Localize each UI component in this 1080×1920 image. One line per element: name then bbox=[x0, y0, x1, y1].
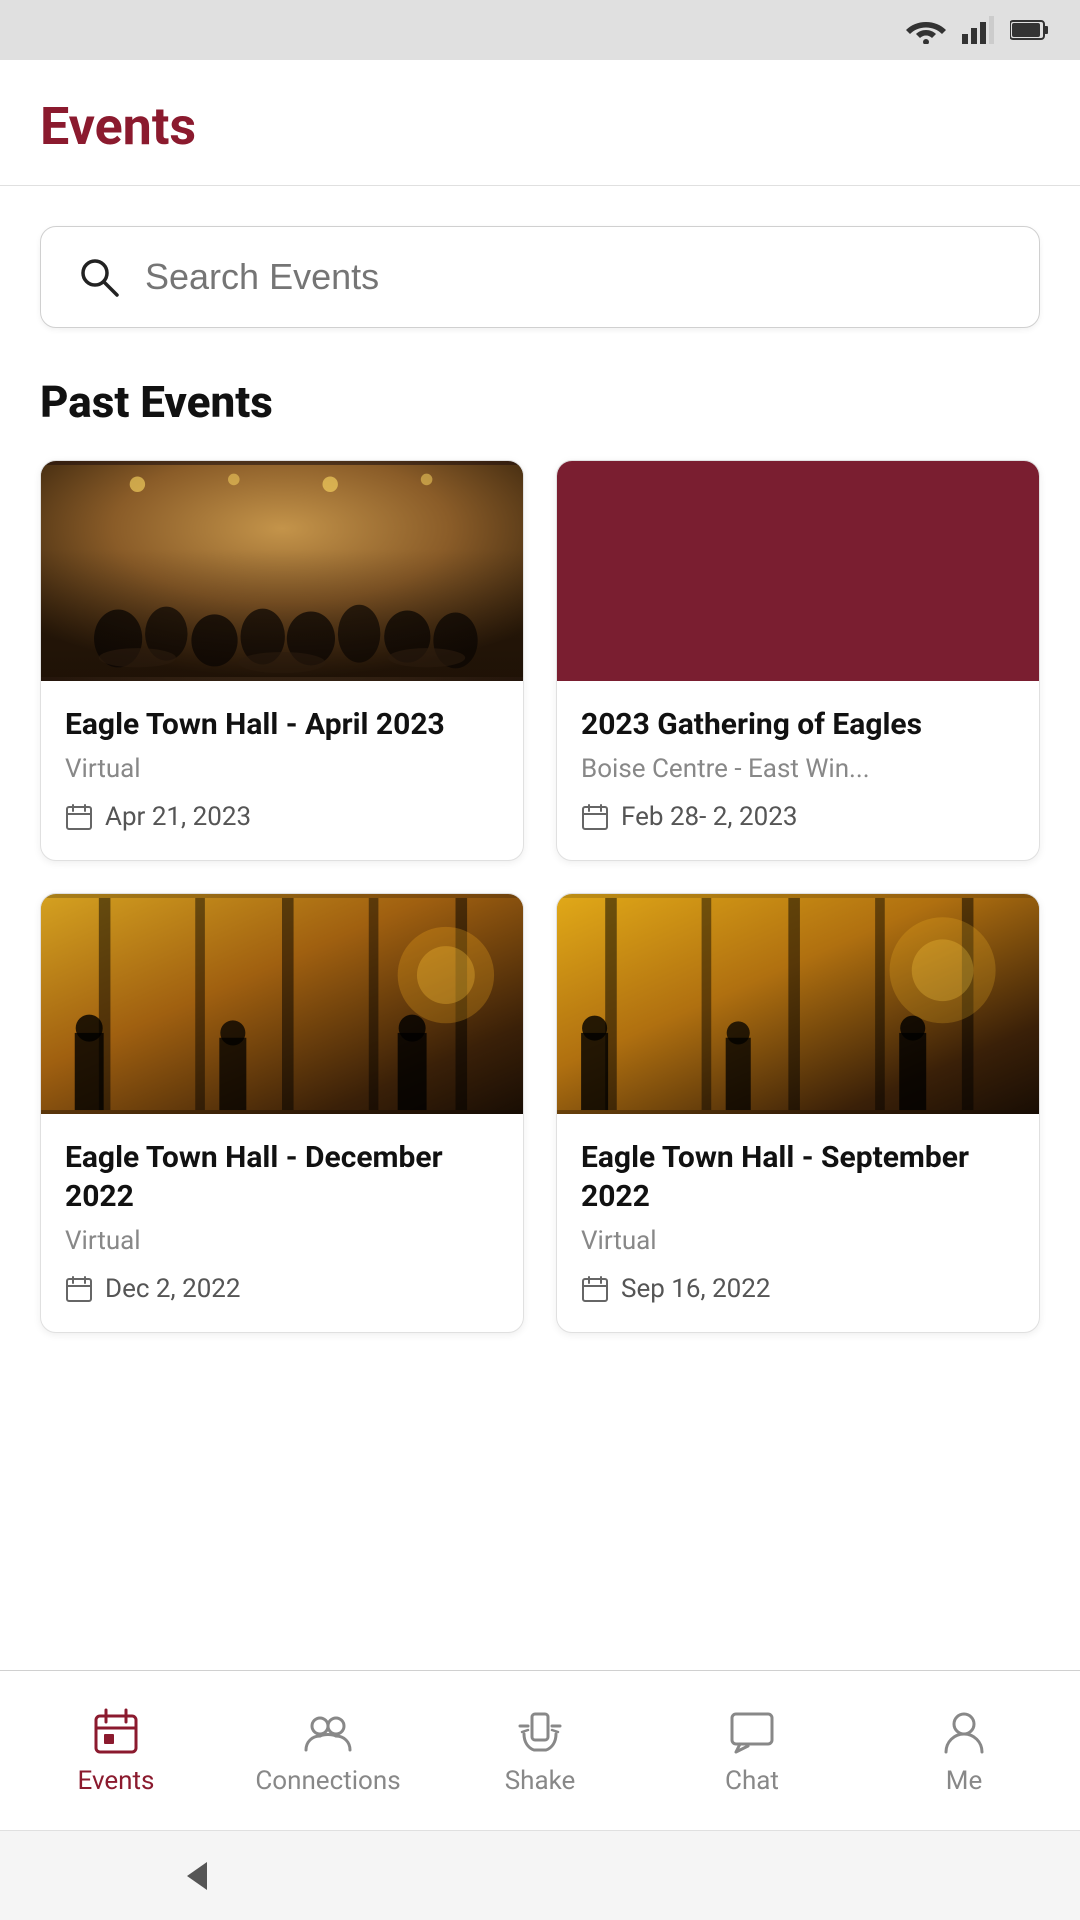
calendar-icon bbox=[65, 803, 93, 831]
event-card-date: Apr 21, 2023 bbox=[65, 802, 499, 832]
nav-item-chat-label: Chat bbox=[725, 1766, 779, 1796]
chat-icon bbox=[726, 1706, 778, 1758]
event-card-title: Eagle Town Hall - December 2022 bbox=[65, 1138, 499, 1216]
calendar-icon bbox=[581, 803, 609, 831]
past-events-section: Past Events bbox=[40, 376, 1040, 1373]
event-card-location: Virtual bbox=[581, 1226, 1015, 1256]
event-card-image bbox=[41, 894, 523, 1114]
search-input[interactable] bbox=[145, 256, 1003, 298]
event-card-date: Feb 28- 2, 2023 bbox=[581, 802, 1015, 832]
event-card-location: Boise Centre - East Win... bbox=[581, 754, 1015, 784]
event-card-title: Eagle Town Hall - April 2023 bbox=[65, 705, 499, 744]
bottom-nav: Events Connections bbox=[0, 1670, 1080, 1830]
status-bar bbox=[0, 0, 1080, 60]
search-icon bbox=[77, 255, 121, 299]
event-card[interactable]: 2023 Gathering of Eagles Boise Centre - … bbox=[556, 460, 1040, 861]
nav-item-events-label: Events bbox=[78, 1766, 155, 1796]
battery-icon bbox=[1010, 19, 1050, 41]
nav-item-me-label: Me bbox=[946, 1766, 983, 1796]
event-card[interactable]: Eagle Town Hall - September 2022 Virtual… bbox=[556, 893, 1040, 1333]
header: Events bbox=[0, 60, 1080, 186]
event-card-date: Dec 2, 2022 bbox=[65, 1274, 499, 1304]
event-card-location: Virtual bbox=[65, 754, 499, 784]
main-content: Past Events bbox=[0, 186, 1080, 1670]
event-card[interactable]: Eagle Town Hall - April 2023 Virtual Apr… bbox=[40, 460, 524, 861]
nav-item-chat[interactable]: Chat bbox=[646, 1706, 858, 1796]
event-card-image bbox=[557, 894, 1039, 1114]
calendar-icon bbox=[581, 1275, 609, 1303]
connections-icon bbox=[302, 1706, 354, 1758]
events-grid: Eagle Town Hall - April 2023 Virtual Apr… bbox=[40, 460, 1040, 1373]
nav-item-shake-label: Shake bbox=[505, 1766, 576, 1796]
nav-item-events[interactable]: Events bbox=[10, 1706, 222, 1796]
nav-item-shake[interactable]: Shake bbox=[434, 1706, 646, 1796]
nav-item-connections-label: Connections bbox=[255, 1766, 400, 1796]
signal-icon bbox=[962, 16, 994, 44]
event-card[interactable]: Eagle Town Hall - December 2022 Virtual … bbox=[40, 893, 524, 1333]
section-title: Past Events bbox=[40, 376, 1040, 428]
shake-icon bbox=[514, 1706, 566, 1758]
event-card-image bbox=[557, 461, 1039, 681]
events-icon bbox=[90, 1706, 142, 1758]
event-card-image bbox=[41, 461, 523, 681]
android-nav bbox=[0, 1830, 1080, 1920]
wifi-icon bbox=[906, 16, 946, 44]
event-card-location: Virtual bbox=[65, 1226, 499, 1256]
search-bar[interactable] bbox=[40, 226, 1040, 328]
back-button[interactable] bbox=[173, 1854, 217, 1898]
me-icon bbox=[938, 1706, 990, 1758]
nav-item-me[interactable]: Me bbox=[858, 1706, 1070, 1796]
event-card-date: Sep 16, 2022 bbox=[581, 1274, 1015, 1304]
page-title: Events bbox=[40, 96, 1040, 157]
event-card-title: Eagle Town Hall - September 2022 bbox=[581, 1138, 1015, 1216]
event-card-title: 2023 Gathering of Eagles bbox=[581, 705, 1015, 744]
calendar-icon bbox=[65, 1275, 93, 1303]
nav-item-connections[interactable]: Connections bbox=[222, 1706, 434, 1796]
